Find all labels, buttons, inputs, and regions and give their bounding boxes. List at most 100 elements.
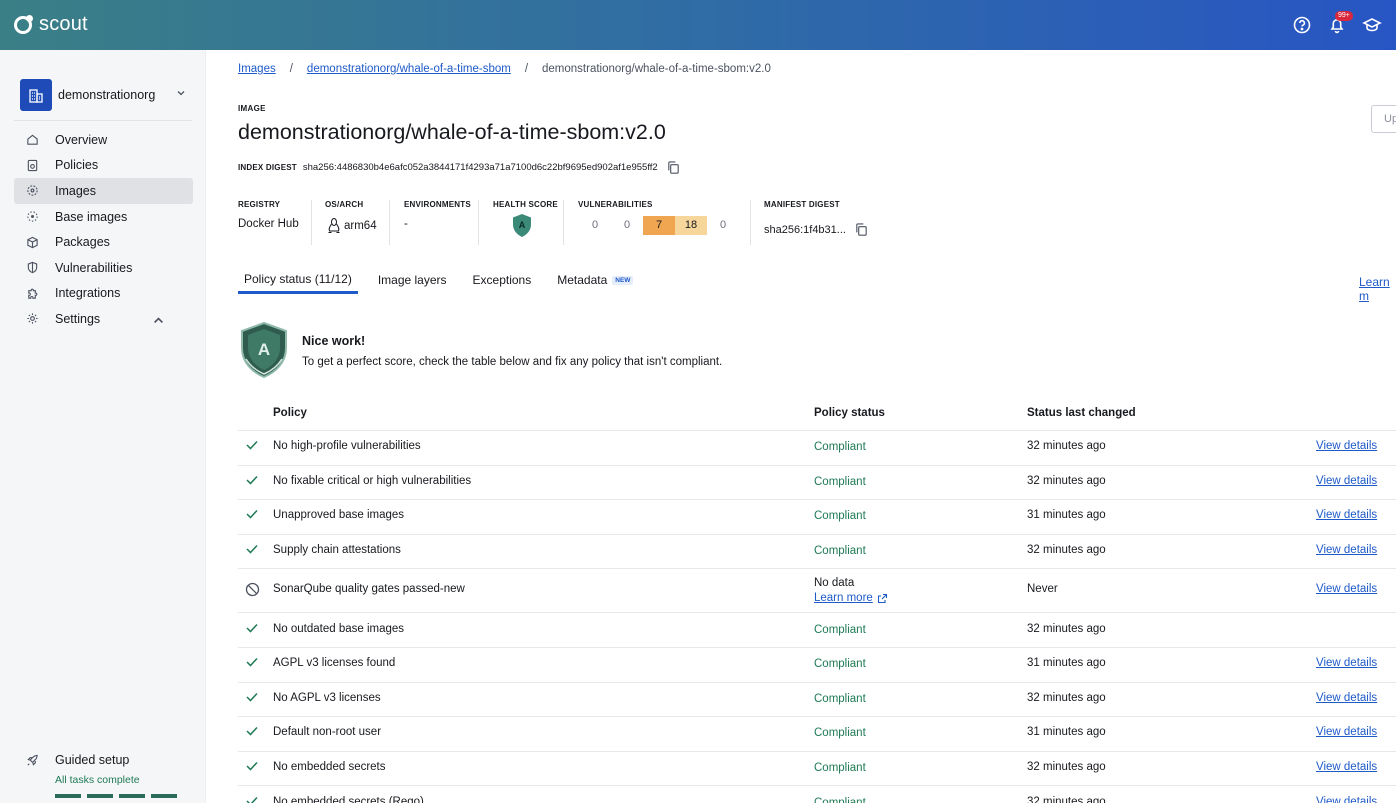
sidebar-item-packages[interactable]: Packages	[14, 229, 193, 255]
sidebar-item-images[interactable]: Images	[14, 178, 193, 204]
breadcrumb-repo-link[interactable]: demonstrationorg/whale-of-a-time-sbom	[307, 63, 511, 75]
score-shield-icon: A	[241, 321, 287, 379]
learn-more-text: Learn more	[814, 592, 873, 605]
org-name: demonstrationorg	[58, 88, 156, 102]
policy-name: Unapproved base images	[273, 509, 405, 522]
package-icon	[27, 236, 38, 248]
sidebar-item-overview[interactable]: Overview	[14, 127, 193, 153]
table-row[interactable]: SonarQube quality gates passed-new No dat…	[238, 569, 1396, 614]
shield-icon	[27, 262, 38, 274]
table-row[interactable]: No fixable critical or high vulnerabilit…	[238, 466, 1396, 501]
table-row[interactable]: No embedded secrets (Rego) Compliant 32 mi…	[238, 786, 1396, 803]
table-row[interactable]: No AGPL v3 licenses Compliant 32 minutes a…	[238, 683, 1396, 718]
check-icon	[246, 658, 258, 667]
policy-name: Default non-root user	[273, 726, 382, 739]
view-details-link[interactable]: View details	[1316, 726, 1377, 738]
external-link-icon	[877, 594, 887, 604]
help-icon[interactable]	[1292, 15, 1312, 35]
sidebar-item-base-images[interactable]: Base images	[14, 204, 193, 230]
table-row[interactable]: No embedded secrets Compliant 32 minutes a…	[238, 752, 1396, 787]
osarch-label: OS/ARCH	[325, 200, 364, 209]
banner-title: Nice work!	[302, 334, 366, 348]
vulnerability-counts[interactable]: 0 0 7 18 0	[579, 216, 739, 235]
update-button[interactable]: Up	[1371, 105, 1396, 133]
copy-icon[interactable]	[666, 160, 681, 175]
sidebar-nav: Overview Policies Images Base images Pac…	[14, 127, 193, 332]
sidebar-item-settings[interactable]: Settings	[14, 306, 193, 332]
view-details-link[interactable]: View details	[1316, 440, 1377, 452]
status-last-changed: 32 minutes ago	[1027, 761, 1106, 774]
tab-label: Exceptions	[472, 273, 532, 287]
breadcrumb-separator: /	[524, 63, 529, 75]
manifest-digest-text: sha256:1f4b31...	[764, 223, 846, 236]
view-details-link[interactable]: View details	[1316, 583, 1377, 595]
policy-status-text: Compliant	[814, 796, 866, 803]
policy-name: No high-profile vulnerabilities	[273, 440, 421, 453]
table-row[interactable]: Default non-root user Compliant 31 minutes…	[238, 717, 1396, 752]
breadcrumb-images-link[interactable]: Images	[238, 63, 276, 75]
vulnerabilities-label: VULNERABILITIES	[578, 200, 653, 209]
table-header: Policy Policy status Status last changed	[238, 397, 1396, 431]
org-building-icon	[20, 79, 52, 111]
guided-setup[interactable]: Guided setup All tasks complete	[26, 753, 140, 786]
view-details-link[interactable]: View details	[1316, 692, 1377, 704]
environments-label: ENVIRONMENTS	[404, 200, 471, 209]
rocket-icon	[27, 754, 38, 766]
gear-icon	[27, 313, 38, 325]
view-details-link[interactable]: View details	[1316, 796, 1377, 803]
tab-label: Image layers	[377, 273, 447, 287]
status-last-changed: 32 minutes ago	[1027, 474, 1106, 487]
sidebar-item-label: Packages	[55, 235, 110, 250]
view-details-link[interactable]: View details	[1316, 544, 1377, 556]
osarch-text: arm64	[344, 219, 377, 232]
chevron-down-icon[interactable]	[176, 88, 186, 98]
sidebar-item-label: Settings	[55, 311, 101, 326]
copy-icon[interactable]	[854, 222, 869, 237]
tab-label: Metadata	[557, 273, 608, 287]
scout-logo[interactable]: scout	[14, 13, 88, 36]
tab-policy-status[interactable]: Policy status (11/12)	[238, 272, 358, 294]
status-last-changed: 32 minutes ago	[1027, 544, 1106, 557]
tab-metadata[interactable]: Metadata NEW	[551, 272, 639, 294]
view-details-link[interactable]: View details	[1316, 475, 1377, 487]
breadcrumb-separator: /	[289, 63, 293, 75]
breadcrumb: Images / demonstrationorg/whale-of-a-tim…	[238, 63, 771, 75]
org-switcher[interactable]: demonstrationorg	[20, 78, 192, 112]
tab-image-layers[interactable]: Image layers	[372, 272, 453, 294]
chevron-up-icon[interactable]	[152, 314, 165, 327]
table-row[interactable]: Unapproved base images Compliant 31 minute…	[238, 500, 1396, 535]
divider	[14, 120, 192, 121]
progress-segment	[55, 794, 81, 798]
divider	[563, 200, 564, 245]
learning-cap-icon[interactable]	[1362, 15, 1382, 35]
status-last-changed: 32 minutes ago	[1027, 622, 1106, 635]
view-details-link[interactable]: View details	[1316, 761, 1377, 773]
check-icon	[246, 762, 258, 771]
sidebar-item-policies[interactable]: Policies	[14, 153, 193, 179]
sidebar-item-vulnerabilities[interactable]: Vulnerabilities	[14, 255, 193, 281]
guided-setup-progress	[55, 794, 177, 798]
progress-segment	[87, 794, 113, 798]
vuln-high-zero-count: 0	[623, 219, 631, 231]
view-details-link[interactable]: View details	[1316, 509, 1377, 521]
policy-name: Supply chain attestations	[273, 544, 401, 557]
table-row[interactable]: No high-profile vulnerabilities Compliant…	[238, 431, 1396, 466]
table-row[interactable]: Supply chain attestations Compliant 32 min…	[238, 535, 1396, 570]
learn-more-link[interactable]: Learn m	[1359, 275, 1396, 303]
no-data-icon	[245, 583, 260, 597]
learn-more-link[interactable]: Learn more	[814, 591, 888, 606]
policy-table: Policy Policy status Status last changed…	[238, 397, 1396, 803]
manifest-digest-value: sha256:1f4b31...	[764, 222, 869, 237]
policy-status-text: Compliant	[814, 762, 866, 775]
table-row[interactable]: AGPL v3 licenses found Compliant 31 minute…	[238, 648, 1396, 683]
check-icon	[246, 727, 258, 737]
policy-name: No embedded secrets	[273, 761, 386, 774]
policy-name: No outdated base images	[273, 622, 405, 635]
policy-name: No AGPL v3 licenses	[273, 691, 381, 704]
tab-exceptions[interactable]: Exceptions	[467, 272, 538, 294]
policy-status-text: Compliant	[814, 545, 866, 558]
table-row[interactable]: No outdated base images Compliant 32 minut…	[238, 613, 1396, 648]
sidebar-item-integrations[interactable]: Integrations	[14, 281, 193, 307]
policy-status-text: No data	[814, 577, 855, 590]
view-details-link[interactable]: View details	[1316, 657, 1377, 669]
